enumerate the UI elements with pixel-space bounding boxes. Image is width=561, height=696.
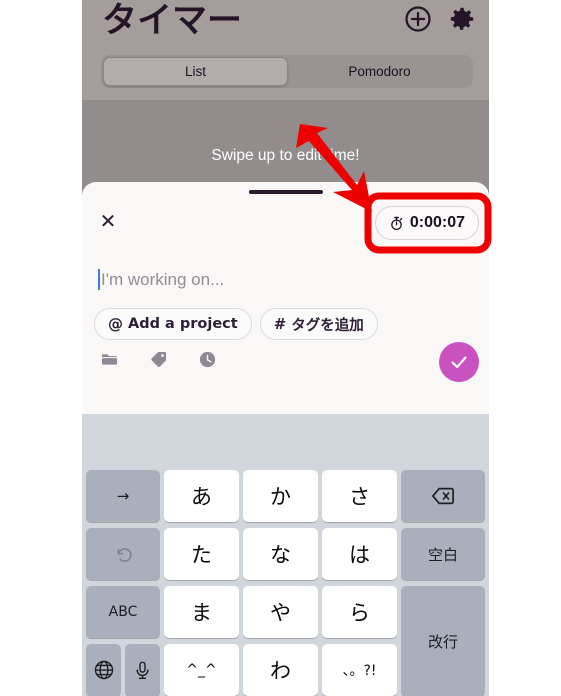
keyboard-row-2: た な は 空白 xyxy=(82,528,489,580)
key-na-label: な xyxy=(270,543,291,567)
page-title: タイマー xyxy=(102,1,243,41)
key-abc-label: ABC xyxy=(108,604,138,620)
sheet-drag-handle[interactable] xyxy=(248,190,323,194)
backspace-icon xyxy=(431,484,455,508)
tab-list[interactable]: List xyxy=(103,57,288,86)
key-punctuation[interactable]: 、。?! xyxy=(322,644,397,696)
add-tag-label: タグを追加 xyxy=(291,317,364,334)
gear-icon[interactable] xyxy=(447,4,477,34)
header-actions xyxy=(403,4,477,34)
key-space[interactable]: 空白 xyxy=(401,528,485,580)
key-a[interactable]: あ xyxy=(164,470,239,522)
key-mic[interactable] xyxy=(125,644,160,696)
keyboard-row-3: ABC まやら改行 xyxy=(82,586,489,696)
key-ra[interactable]: ら xyxy=(322,586,397,638)
at-symbol-icon: @ xyxy=(108,315,123,333)
key-ma-label: ま xyxy=(191,601,212,625)
tag-icon[interactable] xyxy=(149,350,168,369)
key-ha-label: は xyxy=(349,543,370,567)
key-ka[interactable]: か xyxy=(243,470,318,522)
phone-app-viewport: タイマー List Pomodoro Swipe up to edit time… xyxy=(82,0,489,696)
predictive-suggestion-bar[interactable] xyxy=(82,414,489,462)
checkmark-icon xyxy=(448,351,470,373)
key-globe[interactable] xyxy=(86,644,121,696)
task-entry-sheet: ✕ 0:00:07 I'm working on... @ Add a proj… xyxy=(82,182,489,414)
key-emoticon-label: ^_^ xyxy=(186,662,217,678)
key-a-label: あ xyxy=(191,485,212,509)
key-wa-label: わ xyxy=(270,659,291,683)
globe-icon xyxy=(93,659,115,681)
folder-icon[interactable] xyxy=(100,350,119,369)
key-ya-label: や xyxy=(270,601,291,625)
key-ra-label: ら xyxy=(349,601,370,625)
view-mode-segmented-control[interactable]: List Pomodoro xyxy=(101,55,473,88)
undo-icon xyxy=(113,544,134,565)
key-ta[interactable]: た xyxy=(164,528,239,580)
text-caret xyxy=(98,269,100,290)
key-undo[interactable] xyxy=(86,528,160,580)
timer-badge[interactable]: 0:00:07 xyxy=(374,206,479,240)
task-input-placeholder: I'm working on... xyxy=(101,269,225,289)
close-icon[interactable]: ✕ xyxy=(96,209,120,233)
tool-icon-row xyxy=(100,350,217,369)
key-space-label: 空白 xyxy=(427,545,458,564)
clock-icon[interactable] xyxy=(198,350,217,369)
key-ta-label: た xyxy=(191,543,212,567)
key-punctuation-label: 、。?! xyxy=(342,663,377,679)
key-ha[interactable]: は xyxy=(322,528,397,580)
key-ka-label: か xyxy=(270,485,291,509)
add-project-chip[interactable]: @ Add a project xyxy=(94,308,252,340)
japanese-keyboard[interactable]: → あかさたなは空白 ABC まやら改行 ^_^ わ、。?! xyxy=(82,414,489,696)
microphone-icon xyxy=(132,660,153,681)
submit-task-button[interactable] xyxy=(439,342,479,382)
tab-pomodoro[interactable]: Pomodoro xyxy=(288,57,471,86)
add-tag-chip[interactable]: # タグを追加 xyxy=(259,308,378,340)
key-ma[interactable]: ま xyxy=(164,586,239,638)
swipe-hint-text: Swipe up to edit time! xyxy=(211,147,360,164)
key-abc[interactable]: ABC xyxy=(86,586,160,638)
key-wa[interactable]: わ xyxy=(243,644,318,696)
add-project-label: Add a project xyxy=(128,316,238,332)
plus-circle-icon[interactable] xyxy=(403,4,433,34)
key-na[interactable]: な xyxy=(243,528,318,580)
key-sa[interactable]: さ xyxy=(322,470,397,522)
screenshot-root: タイマー List Pomodoro Swipe up to edit time… xyxy=(0,0,561,696)
keyboard-row-1: → あ か さ xyxy=(82,470,489,522)
key-arrow-right[interactable]: → xyxy=(86,470,160,522)
stopwatch-icon xyxy=(389,216,404,231)
key-arrow-right-label: → xyxy=(116,487,130,505)
timer-value: 0:00:07 xyxy=(409,214,465,231)
key-emoticon[interactable]: ^_^ xyxy=(164,644,239,696)
key-ya[interactable]: や xyxy=(243,586,318,638)
key-sa-label: さ xyxy=(349,485,370,509)
keyboard-row-4: ^_^ わ 、。?! xyxy=(82,644,489,696)
attribute-chips: @ Add a project # タグを追加 xyxy=(94,308,378,340)
hash-symbol-icon: # xyxy=(273,315,287,333)
key-backspace[interactable] xyxy=(401,470,485,522)
task-input[interactable]: I'm working on... xyxy=(98,269,224,290)
